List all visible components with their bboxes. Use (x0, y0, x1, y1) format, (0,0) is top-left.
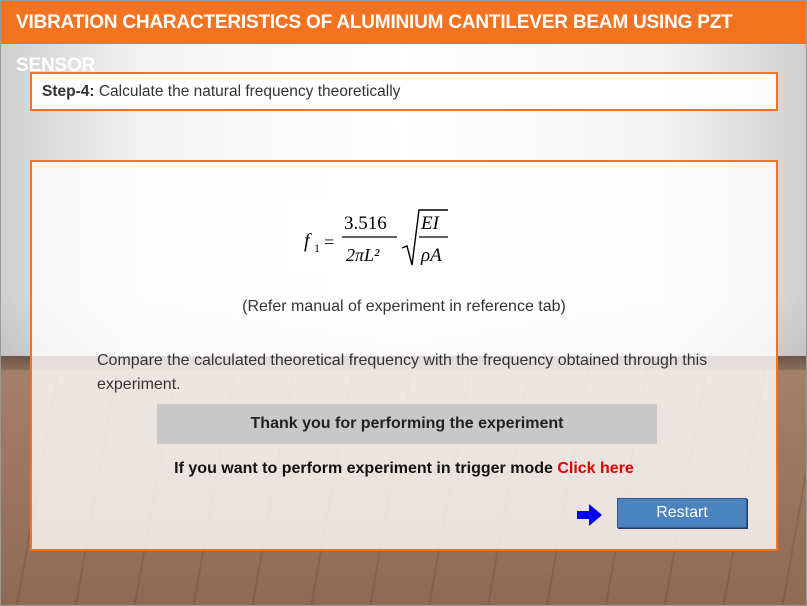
step-text: Calculate the natural frequency theoreti… (94, 83, 401, 100)
step-box: Step-4: Calculate the natural frequency … (30, 72, 778, 111)
formula-lhs-subscript: 1 (314, 241, 320, 255)
natural-frequency-formula: f 1 = 3.516 2πL² EI ρA (288, 202, 474, 272)
formula-lhs: f (304, 230, 312, 252)
compare-instruction: Compare the calculated theoretical frequ… (97, 352, 708, 393)
refer-note: (Refer manual of experiment in reference… (242, 298, 566, 315)
thank-you-banner: Thank you for performing the experiment (157, 404, 657, 444)
page-header: VIBRATION CHARACTERISTICS OF ALUMINIUM C… (1, 1, 806, 76)
app-frame: VIBRATION CHARACTERISTICS OF ALUMINIUM C… (0, 0, 807, 606)
formula-root-numerator: EI (420, 213, 441, 234)
svg-text:=: = (324, 232, 334, 252)
trigger-mode-link[interactable]: Click here (557, 460, 633, 477)
right-arrow-icon (577, 504, 602, 526)
formula-denominator: 2πL² (346, 245, 380, 265)
formula-root-denominator: ρA (420, 245, 442, 266)
content-panel: f 1 = 3.516 2πL² EI ρA (Refer manual of … (30, 160, 778, 551)
step-label: Step-4: (42, 83, 95, 100)
trigger-mode-text: If you want to perform experiment in tri… (174, 460, 558, 477)
restart-button[interactable]: Restart (617, 498, 747, 528)
formula-coefficient: 3.516 (344, 213, 387, 234)
trigger-mode-line: If you want to perform experiment in tri… (32, 460, 776, 478)
